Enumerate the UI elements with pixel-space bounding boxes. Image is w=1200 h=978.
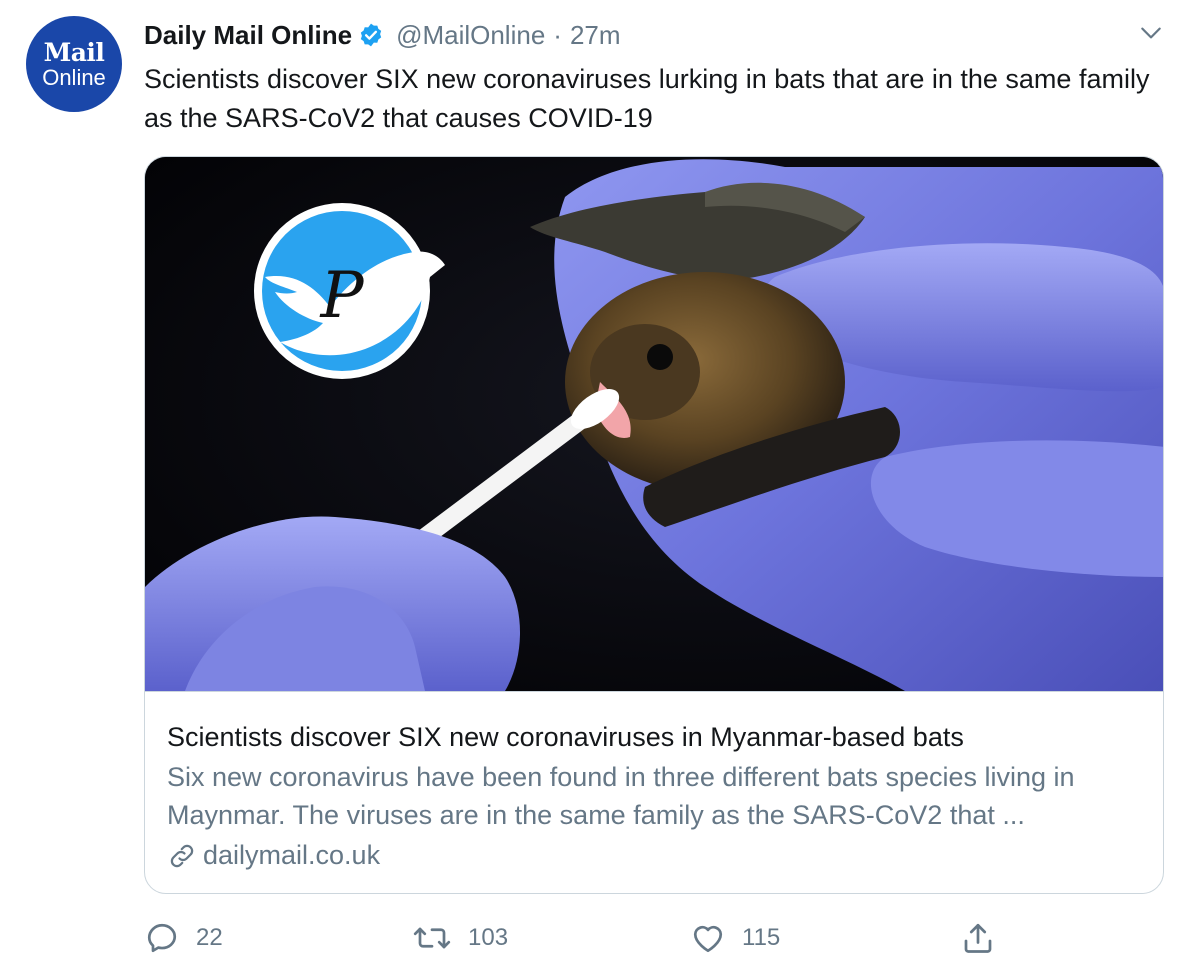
reply-button[interactable]: 22 — [144, 916, 223, 960]
chevron-down-icon[interactable] — [1138, 20, 1164, 46]
card-body[interactable]: Scientists discover SIX new coronaviruse… — [145, 691, 1163, 871]
user-handle[interactable]: @MailOnline — [396, 20, 545, 51]
avatar-logo-top: Mail — [43, 37, 105, 67]
display-name[interactable]: Daily Mail Online — [144, 20, 352, 51]
link-icon — [170, 844, 194, 867]
card-title: Scientists discover SIX new coronaviruse… — [167, 722, 964, 752]
tweet[interactable]: Mail Online Daily Mail Online @MailOnlin… — [0, 0, 1200, 978]
heart-icon — [693, 925, 723, 953]
tweet-actions: 22 103 115 — [144, 916, 1004, 960]
verified-badge-icon — [360, 23, 382, 47]
share-icon — [964, 923, 992, 953]
tweet-timestamp[interactable]: 27m — [570, 20, 621, 51]
card-link[interactable]: dailymail.co.uk — [167, 840, 1143, 871]
tweet-text: Scientists discover SIX new coronaviruse… — [144, 64, 1150, 133]
reply-icon — [147, 923, 177, 953]
like-count: 115 — [742, 924, 781, 951]
retweet-button[interactable]: 103 — [412, 916, 508, 960]
watermark-letter: P — [319, 259, 364, 333]
avatar[interactable]: Mail Online — [26, 16, 122, 112]
retweet-icon — [413, 927, 451, 949]
card-image[interactable]: P — [145, 157, 1163, 691]
share-button[interactable] — [960, 916, 1012, 960]
reply-count: 22 — [196, 924, 223, 951]
retweet-count: 103 — [468, 924, 509, 951]
avatar-logo-bottom: Online — [42, 64, 106, 90]
bat-photo: P — [145, 157, 1163, 691]
card-description: Six new coronavirus have been found in t… — [167, 762, 1075, 830]
card-domain: dailymail.co.uk — [203, 840, 381, 870]
link-card[interactable]: P Scientists discover SIX new coronaviru… — [144, 156, 1164, 894]
like-button[interactable]: 115 — [690, 916, 780, 960]
tweet-header: Daily Mail Online @MailOnline · 27m — [144, 18, 621, 52]
separator-dot: · — [553, 19, 562, 50]
